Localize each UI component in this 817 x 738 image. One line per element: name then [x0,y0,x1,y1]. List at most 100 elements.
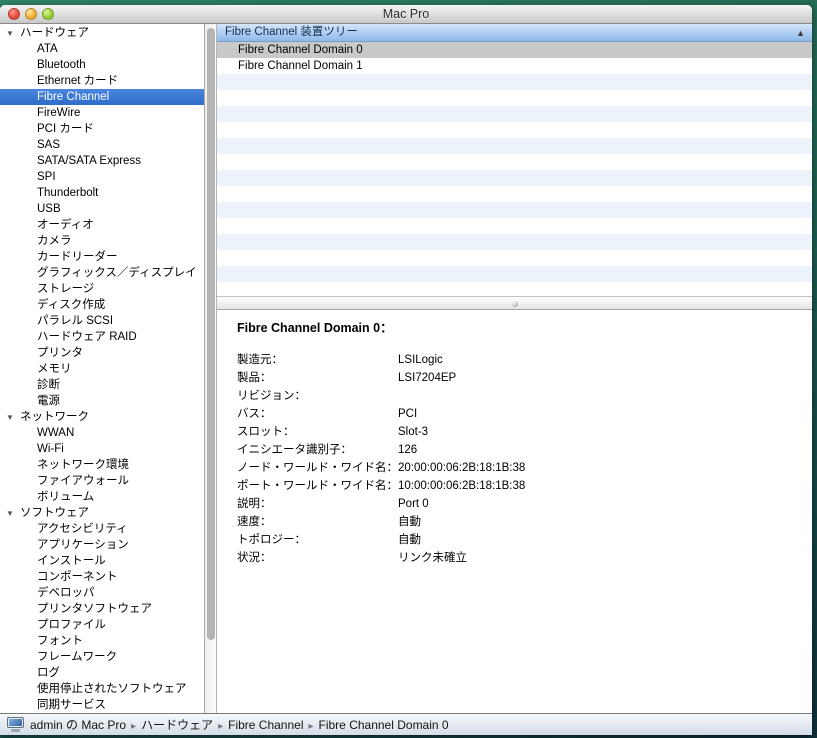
sidebar-item[interactable]: デベロッパ [0,585,204,601]
sidebar-item[interactable]: ハードウェア RAID [0,329,204,345]
sidebar-item[interactable]: ネットワーク環境 [0,457,204,473]
detail-field-value: PCI [398,405,417,423]
sidebar-item[interactable]: Fibre Channel [0,89,204,105]
sidebar-item[interactable]: グラフィックス／ディスプレイ [0,265,204,281]
sidebar-item[interactable]: 同期サービス [0,697,204,713]
sidebar-item[interactable]: USB [0,201,204,217]
computer-icon [7,717,24,732]
zoom-button[interactable] [42,8,54,20]
sidebar-item[interactable]: Bluetooth [0,57,204,73]
sidebar-scrollbar-thumb[interactable] [207,28,215,640]
sidebar-item[interactable]: SAS [0,137,204,153]
breadcrumb: admin の Mac Pro▸ハードウェア▸Fibre Channel▸Fib… [30,716,449,733]
detail-field-row: トポロジー：自動 [237,531,802,549]
detail-pane: Fibre Channel Domain 0： 製造元：LSILogic製品：L… [217,310,812,713]
sidebar-item[interactable]: ディスク作成 [0,297,204,313]
sidebar-item[interactable]: SPI [0,169,204,185]
detail-field-value: リンク未確立 [398,549,467,567]
sidebar-section: ▼ソフトウェア [0,505,204,521]
detail-field-value: 自動 [398,513,421,531]
detail-field-value: 自動 [398,531,421,549]
sidebar-item[interactable]: ストレージ [0,281,204,297]
close-button[interactable] [8,8,20,20]
sidebar-item[interactable]: オーディオ [0,217,204,233]
detail-field-row: イニシエータ識別子：126 [237,441,802,459]
device-tree-pane: Fibre Channel 装置ツリー ▲ Fibre Channel Doma… [217,24,812,296]
sidebar-item[interactable]: フレームワーク [0,649,204,665]
sidebar-section-label: ネットワーク [20,411,89,423]
sidebar-item[interactable]: アクセシビリティ [0,521,204,537]
sidebar-section-label: ハードウェア [20,27,89,39]
sidebar-item[interactable]: 電源 [0,393,204,409]
device-tree-body: Fibre Channel Domain 0Fibre Channel Doma… [217,42,812,296]
detail-field-row: 速度：自動 [237,513,802,531]
sidebar-item[interactable]: 診断 [0,377,204,393]
main-area: ▼ハードウェアATABluetoothEthernet カードFibre Cha… [0,24,812,713]
disclosure-triangle-icon[interactable]: ▼ [6,506,20,522]
detail-field-label: スロット： [237,423,398,441]
sidebar-item[interactable]: WWAN [0,425,204,441]
disclosure-triangle-icon[interactable]: ▼ [6,410,20,426]
breadcrumb-separator-icon: ▸ [131,721,136,732]
device-tree-row[interactable]: Fibre Channel Domain 1 [217,58,812,74]
detail-field-row: 説明：Port 0 [237,495,802,513]
detail-field-row: リビジョン： [237,387,802,405]
detail-field-row: スロット：Slot-3 [237,423,802,441]
detail-field-label: トポロジー： [237,531,398,549]
sort-ascending-icon[interactable]: ▲ [796,25,805,42]
sidebar-item[interactable]: プリンタ [0,345,204,361]
sidebar-item[interactable]: カメラ [0,233,204,249]
detail-field-value: Slot-3 [398,423,428,441]
sidebar-item[interactable]: FireWire [0,105,204,121]
sidebar-item[interactable]: ATA [0,41,204,57]
breadcrumb-item: ハードウェア [141,718,213,732]
sidebar-item[interactable]: SATA/SATA Express [0,153,204,169]
detail-field-row: バス：PCI [237,405,802,423]
splitter-grip-icon[interactable] [512,301,518,307]
detail-field-value: 10:00:00:06:2B:18:1B:38 [398,477,525,495]
detail-field-label: ノード・ワールド・ワイド名： [237,459,398,477]
sidebar-item[interactable]: カードリーダー [0,249,204,265]
sidebar-item[interactable]: コンポーネント [0,569,204,585]
sidebar-item[interactable]: Ethernet カード [0,73,204,89]
sidebar-item[interactable]: 使用停止されたソフトウェア [0,681,204,697]
sidebar-item[interactable]: パラレル SCSI [0,313,204,329]
breadcrumb-item: Fibre Channel Domain 0 [319,718,449,732]
title-bar[interactable]: Mac Pro [0,5,812,24]
sidebar-item[interactable]: プロファイル [0,617,204,633]
sidebar-section-label: ソフトウェア [20,507,89,519]
minimize-button[interactable] [25,8,37,20]
sidebar-item[interactable]: ファイアウォール [0,473,204,489]
breadcrumb-separator-icon: ▸ [308,721,313,732]
detail-field-label: 製品： [237,369,398,387]
breadcrumb-separator-icon: ▸ [218,721,223,732]
detail-field-value: LSI7204EP [398,369,456,387]
device-tree-header[interactable]: Fibre Channel 装置ツリー ▲ [217,24,812,42]
disclosure-triangle-icon[interactable]: ▼ [6,26,20,42]
detail-field-label: イニシエータ識別子： [237,441,398,459]
sidebar-item[interactable]: プリンタソフトウェア [0,601,204,617]
sidebar-item[interactable]: Thunderbolt [0,185,204,201]
detail-field-label: 説明： [237,495,398,513]
status-bar: admin の Mac Pro▸ハードウェア▸Fibre Channel▸Fib… [0,713,812,735]
sidebar-item[interactable]: フォント [0,633,204,649]
system-information-window: Mac Pro ▼ハードウェアATABluetoothEthernet カードF… [0,5,812,735]
sidebar-item[interactable]: アプリケーション [0,537,204,553]
detail-field-row: 製品：LSI7204EP [237,369,802,387]
sidebar-item[interactable]: メモリ [0,361,204,377]
pane-splitter[interactable] [217,296,812,310]
device-tree-header-label: Fibre Channel 装置ツリー [225,26,358,38]
detail-field-row: ノード・ワールド・ワイド名：20:00:00:06:2B:18:1B:38 [237,459,802,477]
sidebar-item[interactable]: ログ [0,665,204,681]
breadcrumb-item: admin の Mac Pro [30,718,126,732]
device-tree-row[interactable]: Fibre Channel Domain 0 [217,42,812,58]
detail-title: Fibre Channel Domain 0： [237,317,802,336]
detail-field-value: 20:00:00:06:2B:18:1B:38 [398,459,525,477]
sidebar-item[interactable]: PCI カード [0,121,204,137]
sidebar-item[interactable]: Wi-Fi [0,441,204,457]
sidebar-scrollbar[interactable] [204,24,217,713]
sidebar-item[interactable]: ボリューム [0,489,204,505]
detail-field-value: LSILogic [398,351,443,369]
detail-field-value: Port 0 [398,495,429,513]
sidebar-item[interactable]: インストール [0,553,204,569]
